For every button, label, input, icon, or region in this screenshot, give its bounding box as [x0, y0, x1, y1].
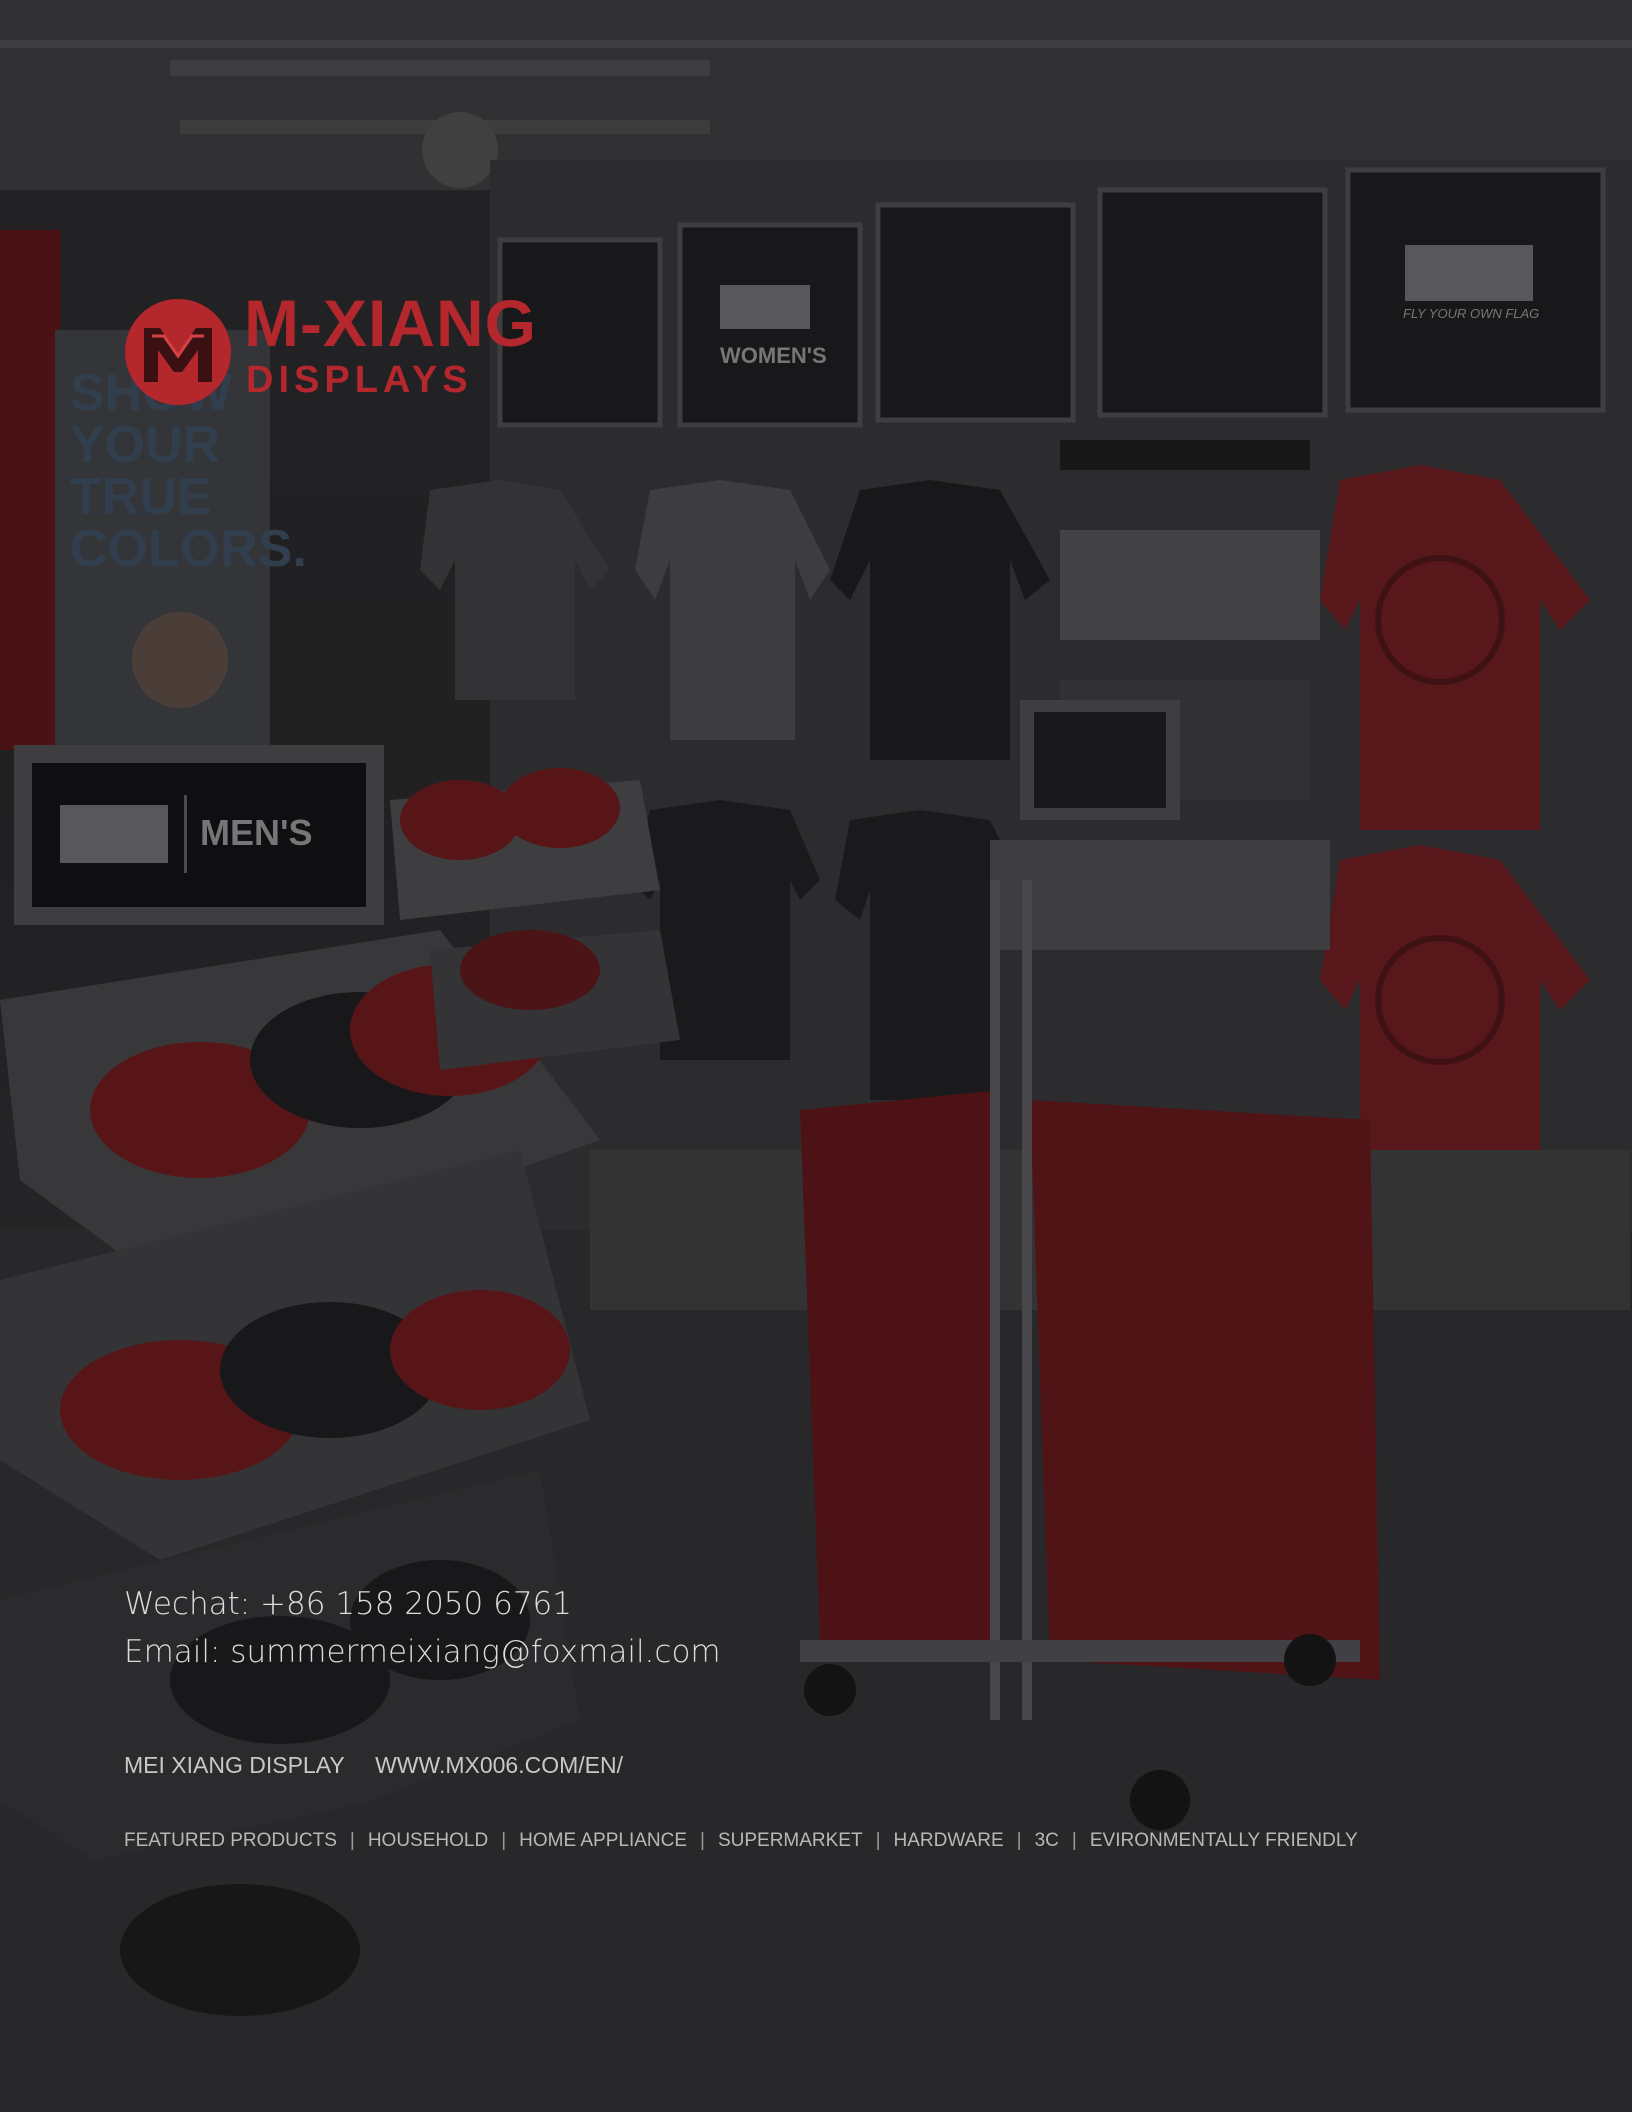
poster-line: COLORS.: [70, 520, 307, 578]
category-separator: |: [700, 1830, 705, 1851]
company-name: MEI XIANG DISPLAY: [124, 1752, 345, 1778]
company-website-row: MEI XIANG DISPLAY WWW.MX006.COM/EN/: [124, 1752, 647, 1779]
category-separator: |: [349, 1830, 355, 1851]
wechat-line: Wechat: +86 158 2050 6761: [124, 1586, 572, 1622]
category-3c: 3C: [1034, 1830, 1059, 1851]
category-household: HOUSEHOLD: [367, 1830, 489, 1851]
contact-info: Wechat: +86 158 2050 6761 Email: summerm…: [124, 1580, 721, 1676]
category-separator: |: [1071, 1830, 1077, 1851]
category-hardware: HARDWARE: [893, 1830, 1004, 1851]
category-home-appliance: HOME APPLIANCE: [519, 1830, 688, 1851]
fly-tag-text: FLY YOUR OWN FLAG: [1403, 306, 1539, 321]
brand-subtitle: DISPLAYS: [246, 359, 473, 401]
category-separator: |: [875, 1830, 881, 1851]
category-environmentally-friendly: EVIRONMENTALLY FRIENDLY: [1089, 1830, 1358, 1851]
womens-sign-text: WOMEN'S: [720, 343, 827, 368]
category-supermarket: SUPERMARKET: [717, 1830, 863, 1851]
poster-line: TRUE: [70, 468, 212, 526]
category-separator: |: [1016, 1830, 1022, 1851]
website-link[interactable]: WWW.MX006.COM/EN/: [375, 1752, 623, 1778]
category-separator: |: [501, 1830, 507, 1851]
email-line[interactable]: Email: summermeixiang@foxmail.com: [124, 1628, 721, 1676]
company-logo: M-XIANG DISPLAYS: [124, 290, 554, 410]
brochure-back-cover: SHOW YOUR TRUE COLORS. WOMEN'S FLY YOUR …: [0, 0, 1632, 2112]
mx-logo-mark: [125, 299, 231, 405]
brand-name: M-XIANG: [244, 286, 537, 360]
mens-sign-text: MEN'S: [200, 812, 313, 853]
category-list: FEATURED PRODUCTS | HOUSEHOLD | HOME APP…: [124, 1830, 1358, 1852]
poster-line: YOUR: [70, 416, 220, 474]
category-featured-products: FEATURED PRODUCTS: [124, 1830, 337, 1851]
